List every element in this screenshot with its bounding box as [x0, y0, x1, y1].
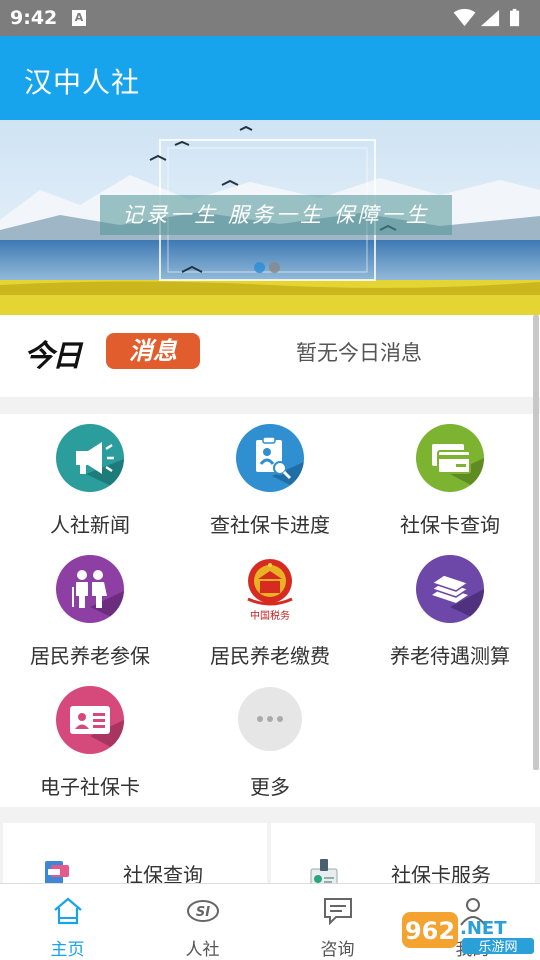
watermark-logo: 962 .NET 乐游网: [402, 912, 534, 955]
grid-label: 居民养老参保: [30, 644, 150, 668]
scrollbar[interactable]: [533, 315, 539, 770]
grid-label: 居民养老缴费: [210, 644, 330, 668]
notification-a-icon: A: [72, 10, 86, 26]
clipboard-search-icon: [236, 424, 304, 492]
nav-label: 主页: [50, 940, 85, 960]
grid-label: 人社新闻: [50, 513, 130, 537]
svg-text:中国税务: 中国税务: [250, 609, 290, 622]
app-title: 汉中人社: [24, 66, 141, 99]
carousel-dot[interactable]: [269, 262, 280, 273]
chat-icon: [324, 898, 352, 926]
today-message-text: 暂无今日消息: [296, 341, 422, 365]
elderly-couple-icon: [56, 555, 124, 623]
nav-consult[interactable]: 咨询: [270, 884, 405, 960]
grid-item-pension-pay[interactable]: 中国税务 居民养老缴费: [180, 545, 360, 675]
grid-item-more[interactable]: 更多: [180, 676, 360, 806]
home-icon: [54, 897, 82, 925]
today-message-bar[interactable]: 今日 消息 暂无今日消息: [0, 315, 540, 397]
grid-label: 电子社保卡: [40, 775, 140, 799]
grid-label: 养老待遇测算: [390, 644, 510, 668]
grid-item-pension-enroll[interactable]: 居民养老参保: [0, 545, 180, 675]
section-divider: [0, 397, 540, 414]
logo-today-text: 今日: [24, 339, 82, 374]
grid-label: 更多: [250, 775, 290, 799]
books-icon: [416, 555, 484, 623]
today-message-logo: 今日 消息: [24, 331, 200, 374]
svg-text:乐游网: 乐游网: [478, 940, 517, 955]
si-logo-icon: SI: [187, 900, 219, 922]
megaphone-icon: [56, 424, 124, 492]
carousel-indicator: [254, 262, 280, 273]
grid-item-card-query[interactable]: 社保卡查询: [360, 414, 540, 544]
grid-item-pension-calc[interactable]: 养老待遇测算: [360, 545, 540, 675]
more-dots-icon: [238, 687, 302, 751]
grid-label: 社保卡查询: [400, 513, 500, 537]
section-divider: [0, 807, 540, 823]
grid-item-card-progress[interactable]: 查社保卡进度: [180, 414, 360, 544]
nav-label: 咨询: [320, 940, 355, 960]
svg-text:.NET: .NET: [460, 918, 507, 939]
status-time: 9:42: [10, 7, 58, 29]
nav-label: 人社: [185, 940, 220, 960]
grid-item-e-card[interactable]: 电子社保卡: [0, 676, 180, 806]
banner-carousel[interactable]: 记录一生 服务一生 保障一生: [0, 120, 540, 315]
nav-renshe[interactable]: SI 人社: [135, 884, 270, 960]
nav-home[interactable]: 主页: [0, 884, 135, 960]
function-grid: 人社新闻 查社保卡进度 社保卡查询 居民养老参保 中国税务 居民养老缴费 养老待…: [0, 414, 540, 807]
card-stack-icon: [416, 424, 484, 492]
banner-slogan: 记录一生 服务一生 保障一生: [100, 195, 452, 235]
battery-icon: [510, 8, 520, 27]
wifi-icon: [453, 8, 476, 27]
app-bar: 汉中人社: [0, 36, 540, 120]
card-social-service[interactable]: 社保卡服务: [271, 823, 535, 887]
svg-text:962: 962: [405, 917, 455, 945]
card-social-query[interactable]: 社保查询: [3, 823, 267, 887]
signal-icon: [480, 9, 500, 27]
system-icons: [453, 8, 520, 27]
status-bar: 9:42 A: [0, 0, 540, 36]
national-emblem-icon: 中国税务: [236, 555, 304, 623]
id-card-icon: [56, 686, 124, 754]
service-cards: 社保查询 社保卡服务: [0, 823, 540, 887]
logo-message-text: 消息: [106, 333, 200, 369]
grid-label: 查社保卡进度: [210, 513, 330, 537]
svg-text:SI: SI: [196, 905, 210, 920]
carousel-dot-active[interactable]: [254, 262, 265, 273]
grid-item-news[interactable]: 人社新闻: [0, 414, 180, 544]
